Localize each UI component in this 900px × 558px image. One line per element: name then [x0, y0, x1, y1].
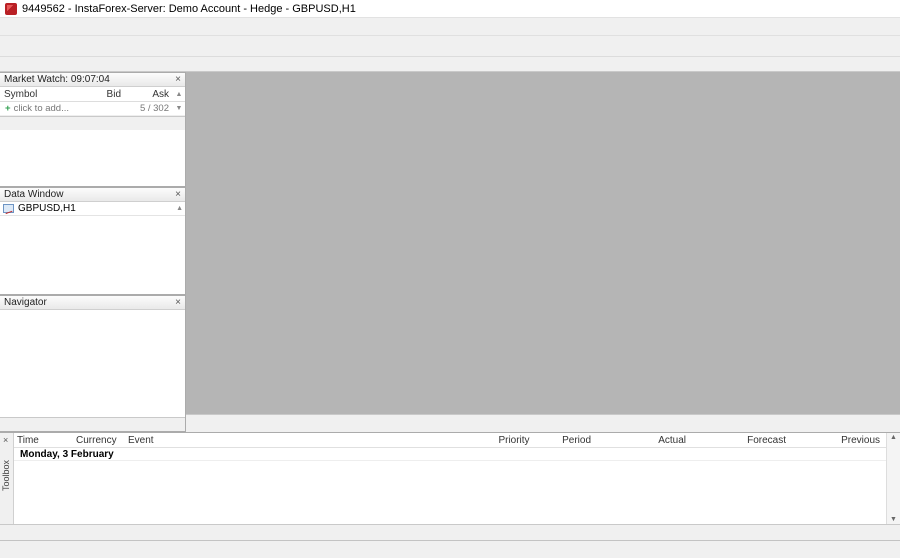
timeframe-bar: [0, 57, 900, 72]
data-window-symbol: GBPUSD,H1: [18, 203, 76, 214]
close-icon[interactable]: ×: [3, 435, 8, 445]
toolbox-label: Toolbox: [1, 459, 11, 491]
close-icon[interactable]: ×: [175, 74, 181, 85]
close-icon[interactable]: ×: [175, 297, 181, 308]
scroll-up-icon[interactable]: ▲: [173, 91, 185, 98]
app-logo-icon: [5, 2, 17, 15]
col-symbol: Symbol: [4, 88, 38, 100]
window-titlebar[interactable]: 9449562 - InstaForex-Server: Demo Accoun…: [0, 0, 900, 18]
mt5-terminal: 9449562 - InstaForex-Server: Demo Accoun…: [0, 0, 900, 558]
toolbox-strip: × Toolbox: [0, 433, 14, 524]
toolbox-tab-bar: [0, 524, 900, 540]
scroll-down-icon[interactable]: ▼: [173, 105, 185, 112]
scroll-down-icon[interactable]: ▼: [890, 516, 897, 523]
add-symbol-icon[interactable]: +: [0, 103, 14, 114]
scroll-up-icon[interactable]: ▲: [176, 205, 185, 212]
toolbox-panel: × Toolbox Time Currency Event Priority P…: [0, 432, 900, 524]
market-watch-title: Market Watch: 09:07:04: [4, 74, 110, 85]
data-window-title: Data Window: [4, 189, 64, 200]
col-bid: Bid: [106, 88, 121, 100]
chart-area: [186, 72, 900, 414]
left-panels: Market Watch: 09:07:04 × Symbol Bid Ask …: [0, 72, 186, 432]
calendar-date-group: Monday, 3 February: [14, 448, 886, 461]
calendar-header: Time Currency Event Priority Period Actu…: [14, 433, 886, 448]
chart-icon: [3, 204, 14, 213]
market-watch-header: Symbol Bid Ask ▲: [0, 87, 185, 102]
col-actual: Actual: [658, 434, 686, 446]
market-watch-footer[interactable]: + click to add... 5 / 302 ▼: [0, 102, 185, 116]
col-previous: Previous: [841, 434, 880, 446]
data-window-panel: Data Window × GBPUSD,H1 ▲: [0, 187, 186, 295]
status-bar: [0, 540, 900, 558]
market-watch-panel: Market Watch: 09:07:04 × Symbol Bid Ask …: [0, 72, 186, 187]
symbol-count: 5 / 302: [139, 103, 169, 114]
calendar-scrollbar[interactable]: ▲ ▼: [886, 433, 900, 524]
col-event: Event: [128, 434, 154, 446]
navigator-panel: Navigator ×: [0, 295, 186, 432]
window-title: 9449562 - InstaForex-Server: Demo Accoun…: [22, 2, 356, 15]
col-currency: Currency: [76, 434, 117, 446]
menu-bar: [0, 18, 900, 36]
close-icon[interactable]: ×: [175, 189, 181, 200]
navigator-title: Navigator: [4, 297, 47, 308]
scroll-up-icon[interactable]: ▲: [890, 434, 897, 441]
col-ask: Ask: [152, 88, 169, 100]
chart-tab-bar: [186, 414, 900, 432]
col-priority: Priority: [498, 434, 530, 446]
toolbar: [0, 36, 900, 57]
calendar-table: Time Currency Event Priority Period Actu…: [14, 433, 886, 524]
col-time: Time: [17, 434, 39, 446]
col-period: Period: [562, 434, 591, 446]
click-to-add[interactable]: click to add...: [14, 103, 69, 114]
col-forecast: Forecast: [747, 434, 786, 446]
